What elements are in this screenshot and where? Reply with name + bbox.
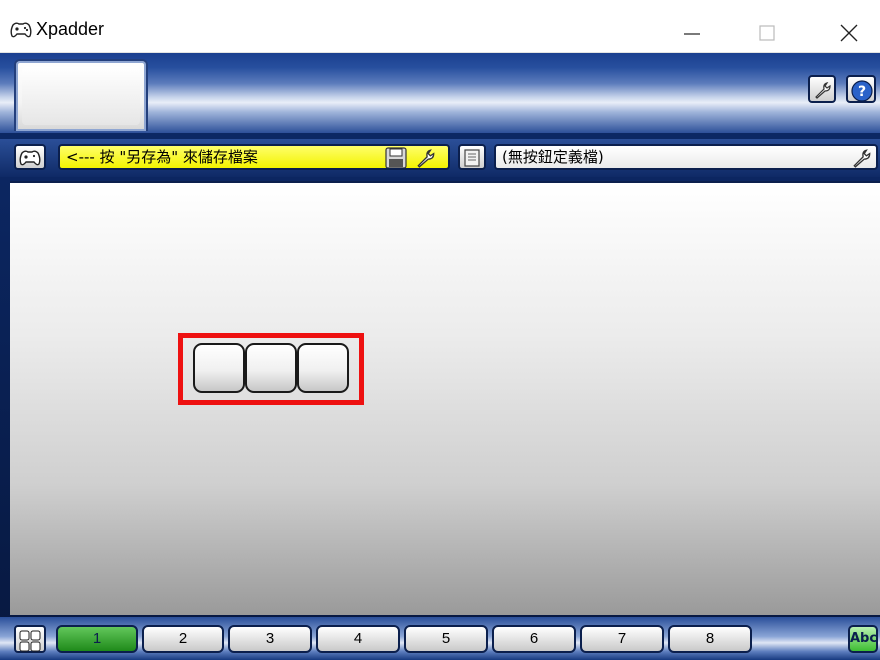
controller-name-text: <--- 按 "另存為" 來儲存檔案 bbox=[66, 148, 258, 166]
controller-menu-button[interactable] bbox=[14, 144, 46, 170]
layout-menu-button[interactable] bbox=[458, 144, 486, 170]
set-button-1[interactable]: 1 bbox=[56, 625, 138, 653]
wrench-icon bbox=[815, 82, 831, 99]
controller-tab[interactable] bbox=[14, 59, 148, 131]
document-icon bbox=[464, 149, 480, 167]
gamepad-icon bbox=[10, 22, 32, 38]
maximize-button[interactable] bbox=[750, 14, 786, 50]
set-selector-button[interactable] bbox=[14, 625, 46, 653]
set-button-2[interactable]: 2 bbox=[142, 625, 224, 653]
layout-name-text: (無按鈕定義檔) bbox=[502, 148, 604, 166]
maximize-icon bbox=[759, 25, 775, 41]
settings-button[interactable] bbox=[808, 75, 836, 103]
key-button[interactable] bbox=[245, 343, 297, 393]
key-button[interactable] bbox=[193, 343, 245, 393]
help-icon: ? bbox=[851, 80, 873, 102]
controller-name-field[interactable]: <--- 按 "另存為" 來儲存檔案 bbox=[58, 144, 450, 170]
set-button-5[interactable]: 5 bbox=[404, 625, 488, 653]
window-title: Xpadder bbox=[36, 19, 105, 39]
key-button[interactable] bbox=[297, 343, 349, 393]
help-button[interactable]: ? bbox=[846, 75, 876, 103]
controller-tab-image bbox=[22, 67, 140, 125]
set-button-4[interactable]: 4 bbox=[316, 625, 400, 653]
wrench-icon[interactable] bbox=[414, 147, 438, 169]
header-band: ? bbox=[0, 53, 880, 133]
close-icon bbox=[840, 24, 858, 42]
set-button-7[interactable]: 7 bbox=[580, 625, 664, 653]
layout-canvas[interactable] bbox=[10, 181, 880, 615]
gamepad-icon bbox=[19, 150, 41, 166]
grid-icon bbox=[19, 630, 41, 652]
svg-text:?: ? bbox=[858, 84, 866, 100]
minimize-button[interactable] bbox=[676, 14, 712, 50]
set-bar: 1 2 3 4 5 6 7 8 Abc bbox=[0, 617, 880, 660]
close-button[interactable] bbox=[832, 14, 868, 50]
text-mode-button[interactable]: Abc bbox=[848, 625, 878, 653]
title-bar: Xpadder bbox=[0, 0, 880, 53]
floppy-disk-icon[interactable] bbox=[384, 147, 408, 169]
set-button-6[interactable]: 6 bbox=[492, 625, 576, 653]
set-button-3[interactable]: 3 bbox=[228, 625, 312, 653]
layout-name-field[interactable]: (無按鈕定義檔) bbox=[494, 144, 878, 170]
set-button-8[interactable]: 8 bbox=[668, 625, 752, 653]
profile-row: <--- 按 "另存為" 來儲存檔案 (無按鈕定義檔) bbox=[0, 139, 880, 177]
minimize-icon bbox=[684, 33, 700, 35]
app-frame: ? <--- 按 "另存為" 來儲存檔案 (無按鈕定義檔) 1 2 3 4 5 … bbox=[0, 53, 880, 660]
wrench-icon[interactable] bbox=[850, 147, 874, 169]
